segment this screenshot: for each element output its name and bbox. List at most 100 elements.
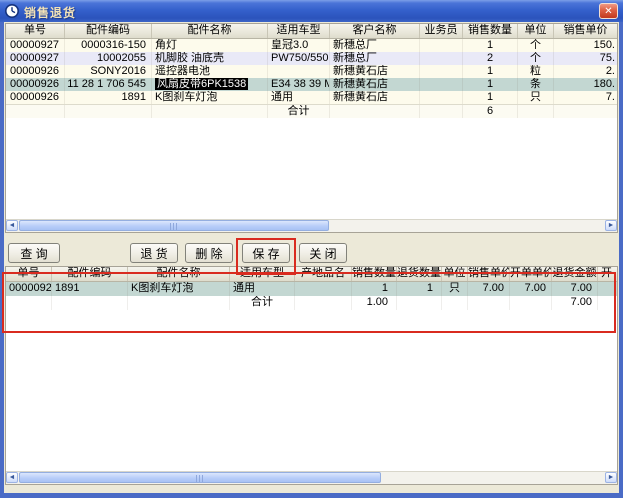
cell-return-qty: 1 [397, 282, 442, 296]
cell-unit: 个 [518, 39, 554, 52]
cell-vehicle-model: 通用 [268, 91, 330, 104]
app-icon [5, 4, 19, 18]
col-header-customer-name: 客户名称 [330, 24, 420, 38]
cell-price: 2. [554, 65, 618, 78]
col-header-sales-qty: 销售数量 [352, 267, 397, 281]
cell-customer: 新穗黄石店 [330, 78, 420, 91]
cell-salesman [420, 39, 463, 52]
cell-vehicle-model: 通用 [230, 282, 295, 296]
save-button[interactable]: 保 存 [242, 243, 290, 263]
totals-row: 合计 6 [6, 104, 617, 118]
total-label: 合计 [268, 105, 330, 118]
detail-totals-row: 合计 1.00 7.00 [6, 296, 617, 310]
window-body: 单号 配件编码 配件名称 适用车型 客户名称 业务员 销售数量 单位 销售单价 … [0, 22, 623, 498]
cell-salesman [420, 65, 463, 78]
total-qty: 6 [463, 105, 518, 118]
cell-customer: 新穗总厂 [330, 39, 420, 52]
cell-unit: 粒 [518, 65, 554, 78]
cell-order-no: 00000926 [6, 91, 65, 104]
cell-customer: 新穗黄石店 [330, 91, 420, 104]
col-header-vehicle-model: 适用车型 [230, 267, 295, 281]
cell-unit: 只 [442, 282, 468, 296]
cell-qty: 1 [463, 65, 518, 78]
col-header-unit: 单位 [442, 267, 468, 281]
cell-salesman [420, 78, 463, 91]
cell-unit: 个 [518, 52, 554, 65]
close-icon[interactable]: ✕ [599, 3, 618, 19]
col-header-return-qty: 退货数量 [397, 267, 442, 281]
cell-return-amount: 7.00 [552, 282, 598, 296]
cell-part-name: 遥控器电池 [152, 65, 268, 78]
cell-part-name: 机脚胶 油底壳 [152, 52, 268, 65]
scrollbar-thumb[interactable] [19, 220, 329, 231]
cell-sale-price: 7.00 [468, 282, 510, 296]
cell-qty: 2 [463, 52, 518, 65]
col-header-order-no: 单号 [6, 24, 65, 38]
cell-unit: 只 [518, 91, 554, 104]
total-amount: 7.00 [552, 296, 598, 310]
col-header-salesman: 业务员 [420, 24, 463, 38]
col-header-sales-price: 销售单价 [554, 24, 618, 38]
cell-part-name-editing[interactable]: 风扇皮带6PK1538 [152, 78, 268, 91]
window-title: 销售退货 [24, 4, 76, 21]
col-header-sales-price: 销售单价 [468, 267, 510, 281]
col-header-clipped: 开 [598, 267, 618, 281]
cell-vehicle-model: PW750/550 [268, 52, 330, 65]
cell-part-code: 10002055 [65, 52, 152, 65]
total-qty: 1.00 [352, 296, 397, 310]
table-row[interactable]: 00000927 0000316-150 角灯 皇冠3.0 新穗总厂 1 个 1… [6, 39, 617, 52]
highlighted-cell-text: 风扇皮带6PK1538 [155, 78, 248, 90]
sales-return-window: 销售退货 ✕ 单号 配件编码 配件名称 适用车型 客户名称 业务员 销售数量 单… [0, 0, 623, 498]
col-header-return-amount: 退货金额 [552, 267, 598, 281]
delete-button[interactable]: 删 除 [185, 243, 233, 263]
cell-price: 7. [554, 91, 618, 104]
col-header-bill-price: 开单单价 [510, 267, 552, 281]
col-header-vehicle-model: 适用车型 [268, 24, 330, 38]
table-row[interactable]: 00000926 1891 K图刹车灯泡 通用 新穗黄石店 1 只 7. [6, 91, 617, 104]
cell-origin [295, 282, 352, 296]
cell-part-name: 角灯 [152, 39, 268, 52]
col-header-part-name: 配件名称 [128, 267, 230, 281]
col-header-sales-qty: 销售数量 [463, 24, 518, 38]
title-bar[interactable]: 销售退货 ✕ [0, 0, 623, 23]
table-row[interactable]: 00000926 SONY2016 遥控器电池 新穗黄石店 1 粒 2. [6, 65, 617, 78]
scrollbar-thumb[interactable] [19, 472, 381, 483]
cell-customer: 新穗黄石店 [330, 65, 420, 78]
cell-part-code: 11 28 1 706 545 [65, 78, 152, 91]
cell-salesman [420, 52, 463, 65]
cell-customer: 新穗总厂 [330, 52, 420, 65]
close-button[interactable]: 关 闭 [299, 243, 347, 263]
cell-price: 150. [554, 39, 618, 52]
query-button[interactable]: 查 询 [8, 243, 60, 263]
detail-grid-hscrollbar[interactable]: ◄ ► [6, 471, 617, 484]
cell-order-no: 00000926 [6, 282, 52, 296]
detail-grid-header: 单号 配件编码 配件名称 适用车型 产地品名 销售数量 退货数量 单位 销售单价… [6, 267, 617, 282]
table-row[interactable]: 00000927 10002055 机脚胶 油底壳 PW750/550 新穗总厂… [6, 52, 617, 65]
return-button[interactable]: 退 货 [130, 243, 178, 263]
scroll-right-icon[interactable]: ► [605, 220, 617, 231]
main-grid-hscrollbar[interactable]: ◄ ► [6, 219, 617, 232]
cell-part-code: 0000316-150 [65, 39, 152, 52]
cell-vehicle-model [268, 65, 330, 78]
table-row-selected[interactable]: 00000926 11 28 1 706 545 风扇皮带6PK1538 E34… [6, 78, 617, 91]
cell-qty: 1 [463, 39, 518, 52]
main-grid-header: 单号 配件编码 配件名称 适用车型 客户名称 业务员 销售数量 单位 销售单价 [6, 24, 617, 39]
cell-vehicle-model: E34 38 39 M3 [268, 78, 330, 91]
cell-qty: 1 [463, 78, 518, 91]
cell-part-name: K图刹车灯泡 [128, 282, 230, 296]
cell-part-code: 1891 [65, 91, 152, 104]
detail-row-selected[interactable]: 00000926 1891 K图刹车灯泡 通用 1 1 只 7.00 7.00 … [6, 282, 617, 296]
cell-vehicle-model: 皇冠3.0 [268, 39, 330, 52]
total-label: 合计 [230, 296, 295, 310]
scroll-left-icon[interactable]: ◄ [6, 220, 18, 231]
col-header-part-code: 配件编码 [52, 267, 128, 281]
scroll-left-icon[interactable]: ◄ [6, 472, 18, 483]
cell-order-no: 00000926 [6, 65, 65, 78]
col-header-part-code: 配件编码 [65, 24, 152, 38]
cell-order-no: 00000927 [6, 39, 65, 52]
cell-bill-price: 7.00 [510, 282, 552, 296]
cell-price: 75. [554, 52, 618, 65]
scroll-right-icon[interactable]: ► [605, 472, 617, 483]
return-detail-grid: 单号 配件编码 配件名称 适用车型 产地品名 销售数量 退货数量 单位 销售单价… [5, 266, 618, 485]
cell-sale-qty: 1 [352, 282, 397, 296]
